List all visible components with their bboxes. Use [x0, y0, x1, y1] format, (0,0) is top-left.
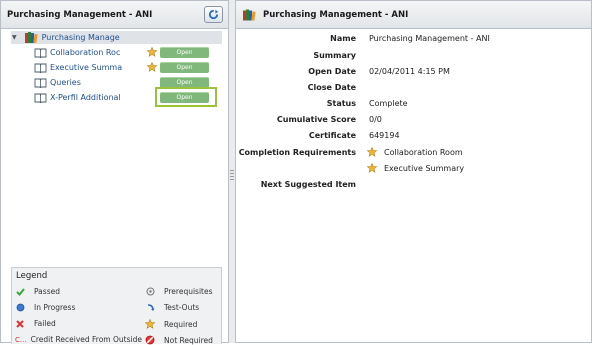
detail-value-cumulative-score: 0/0 — [369, 115, 382, 124]
book-icon — [34, 63, 47, 73]
prerequisites-icon — [146, 287, 154, 296]
book-icon — [34, 48, 47, 58]
legend: Legend Passed Prerequisites In Progress … — [11, 267, 222, 345]
not-required-icon — [145, 335, 155, 345]
legend-label: Failed — [34, 319, 56, 328]
detail-key-next-suggested-item: Next Suggested Item — [260, 180, 356, 189]
detail-value-status: Complete — [369, 99, 408, 108]
check-icon — [15, 287, 25, 296]
expand-triangle-icon[interactable]: ▼ — [12, 34, 17, 41]
tree-item-label[interactable]: Queries — [50, 78, 138, 87]
tree-item-label[interactable]: Collaboration Roc — [50, 48, 138, 57]
test-out-icon — [147, 304, 154, 311]
detail-key-open-date: Open Date — [308, 67, 356, 76]
completion-item-label: Executive Summary — [384, 163, 465, 173]
focus-highlight — [155, 87, 217, 107]
legend-label: Required — [164, 319, 198, 329]
book-icon — [34, 78, 47, 88]
legend-entry-passed: Passed — [15, 287, 60, 296]
legend-entry-in-progress: In Progress — [15, 303, 75, 312]
detail-key-completion-requirements: Completion Requirements — [238, 148, 356, 157]
legend-label: Passed — [34, 287, 60, 296]
detail-key-status: Status — [326, 99, 356, 108]
refresh-button[interactable] — [204, 6, 223, 23]
legend-label: Prerequisites — [164, 287, 213, 296]
completion-item: Executive Summary — [367, 163, 464, 173]
tree-item-executive-summary[interactable]: Executive Summa — [34, 61, 138, 74]
tree-item-label[interactable]: Executive Summa — [50, 63, 138, 72]
tree-item-label[interactable]: X-Perfil Additional — [50, 93, 160, 102]
failed-icon — [16, 319, 24, 328]
detail-value-certificate: 649194 — [369, 131, 400, 140]
in-progress-icon — [16, 303, 24, 312]
tree-root-label: Purchasing Manage — [41, 33, 120, 42]
required-star-icon — [147, 47, 157, 57]
detail-key-summary: Summary — [313, 51, 356, 60]
books-icon — [24, 32, 38, 43]
legend-label: Not Required — [164, 335, 213, 345]
open-button-collaboration-room[interactable]: Open — [160, 47, 209, 58]
tree-item-collaboration-room[interactable]: Collaboration Roc — [34, 46, 138, 59]
left-panel: Purchasing Management - ANI ▼ Purchasing… — [0, 0, 229, 345]
completion-item-label: Collaboration Room — [384, 147, 463, 157]
refresh-icon — [208, 9, 219, 20]
legend-label: Test-Outs — [164, 303, 200, 312]
required-star-icon — [367, 147, 377, 157]
detail-value-name: Purchasing Management - ANI — [369, 34, 490, 43]
splitter-grip[interactable] — [230, 170, 234, 180]
right-panel: Purchasing Management - ANI Name Purchas… — [235, 0, 592, 343]
books-icon — [243, 9, 256, 21]
tree-item-queries[interactable]: Queries — [34, 76, 138, 89]
legend-entry-not-required: Not Required — [145, 335, 213, 345]
credit-icon: C... — [15, 335, 27, 344]
book-icon — [34, 93, 47, 103]
open-button-executive-summary[interactable]: Open — [160, 62, 209, 73]
required-star-icon — [147, 62, 157, 72]
left-panel-header: Purchasing Management - ANI — [1, 1, 228, 29]
detail-key-name: Name — [330, 34, 356, 43]
left-panel-title: Purchasing Management - ANI — [7, 9, 153, 20]
required-star-icon — [367, 163, 377, 173]
tree-item-x-perfil-additional[interactable]: X-Perfil Additional — [34, 91, 160, 104]
detail-key-cumulative-score: Cumulative Score — [276, 115, 356, 124]
detail-value-open-date: 02/04/2011 4:15 PM — [369, 67, 450, 76]
tree-root[interactable]: ▼ Purchasing Manage — [11, 31, 222, 44]
legend-title: Legend — [16, 271, 48, 281]
legend-entry-test-outs: Test-Outs — [145, 303, 199, 312]
star-icon — [145, 319, 155, 329]
legend-entry-failed: Failed — [15, 319, 56, 328]
detail-key-close-date: Close Date — [307, 83, 356, 92]
right-panel-header: Purchasing Management - ANI — [236, 1, 591, 29]
legend-entry-prerequisites: Prerequisites — [145, 287, 213, 296]
completion-item: Collaboration Room — [367, 147, 463, 157]
legend-entry-required: Required — [145, 319, 197, 329]
detail-key-certificate: Certificate — [308, 131, 356, 140]
legend-label: In Progress — [34, 303, 76, 312]
right-panel-title: Purchasing Management - ANI — [263, 9, 409, 20]
